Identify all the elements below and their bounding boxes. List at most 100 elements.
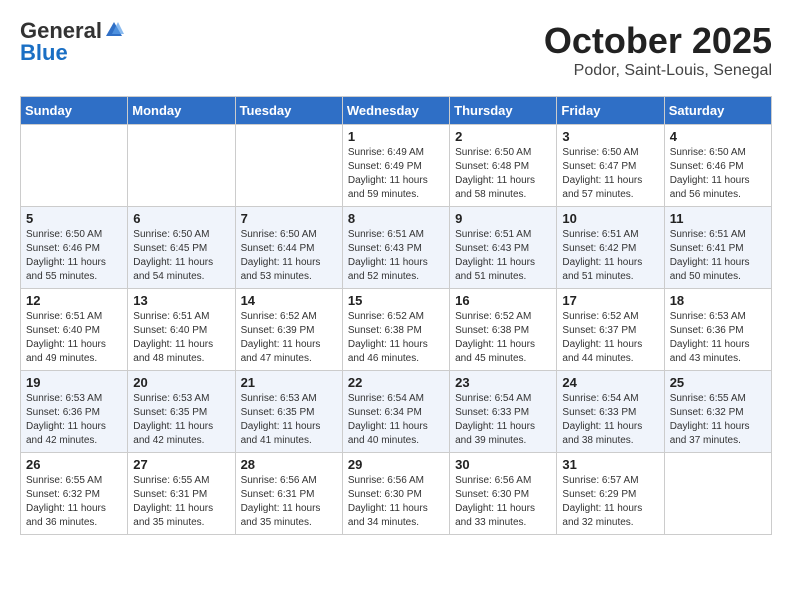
calendar-cell	[235, 125, 342, 207]
day-info: Sunrise: 6:55 AM Sunset: 6:32 PM Dayligh…	[670, 392, 766, 448]
day-number: 21	[241, 375, 337, 390]
calendar-cell: 16Sunrise: 6:52 AM Sunset: 6:38 PM Dayli…	[450, 289, 557, 371]
day-info: Sunrise: 6:49 AM Sunset: 6:49 PM Dayligh…	[348, 146, 444, 202]
day-info: Sunrise: 6:53 AM Sunset: 6:35 PM Dayligh…	[241, 392, 337, 448]
day-number: 22	[348, 375, 444, 390]
calendar-cell: 11 Sunrise: 6:51 AM Sunset: 6:41 PM Dayli…	[664, 207, 771, 289]
page-header: General Blue October 2025 Podor, Saint-L…	[20, 20, 772, 80]
calendar-cell: 22 Sunrise: 6:54 AM Sunset: 6:34 PM Dayli…	[342, 371, 449, 453]
calendar-cell: 25Sunrise: 6:55 AM Sunset: 6:32 PM Dayli…	[664, 371, 771, 453]
day-info: Sunrise: 6:56 AM Sunset: 6:30 PM Dayligh…	[455, 474, 551, 530]
calendar-cell: 9 Sunrise: 6:51 AM Sunset: 6:43 PM Daylig…	[450, 207, 557, 289]
day-info: Sunrise: 6:56 AM Sunset: 6:30 PM Dayligh…	[348, 474, 444, 530]
day-info: Sunrise: 6:50 AM Sunset: 6:48 PM Dayligh…	[455, 146, 551, 202]
day-number: 15	[348, 293, 444, 308]
calendar-cell: 5 Sunrise: 6:50 AM Sunset: 6:46 PM Daylig…	[21, 207, 128, 289]
day-info: Sunrise: 6:53 AM Sunset: 6:36 PM Dayligh…	[670, 310, 766, 366]
calendar-week-row: 5 Sunrise: 6:50 AM Sunset: 6:46 PM Daylig…	[21, 207, 772, 289]
day-info: Sunrise: 6:53 AM Sunset: 6:36 PM Dayligh…	[26, 392, 122, 448]
weekday-header: Monday	[128, 97, 235, 125]
day-number: 4	[670, 129, 766, 144]
calendar-cell: 6Sunrise: 6:50 AM Sunset: 6:45 PM Daylig…	[128, 207, 235, 289]
day-info: Sunrise: 6:52 AM Sunset: 6:37 PM Dayligh…	[562, 310, 658, 366]
day-info: Sunrise: 6:56 AM Sunset: 6:31 PM Dayligh…	[241, 474, 337, 530]
weekday-header: Sunday	[21, 97, 128, 125]
calendar-cell: 26 Sunrise: 6:55 AM Sunset: 6:32 PM Dayli…	[21, 453, 128, 535]
calendar-cell: 1 Sunrise: 6:49 AM Sunset: 6:49 PM Daylig…	[342, 125, 449, 207]
calendar-cell: 12Sunrise: 6:51 AM Sunset: 6:40 PM Dayli…	[21, 289, 128, 371]
calendar-cell: 24 Sunrise: 6:54 AM Sunset: 6:33 PM Dayli…	[557, 371, 664, 453]
day-number: 20	[133, 375, 229, 390]
calendar-cell	[21, 125, 128, 207]
day-number: 17	[562, 293, 658, 308]
calendar-cell: 27Sunrise: 6:55 AM Sunset: 6:31 PM Dayli…	[128, 453, 235, 535]
day-info: Sunrise: 6:50 AM Sunset: 6:44 PM Dayligh…	[241, 228, 337, 284]
day-info: Sunrise: 6:51 AM Sunset: 6:42 PM Dayligh…	[562, 228, 658, 284]
day-info: Sunrise: 6:51 AM Sunset: 6:40 PM Dayligh…	[133, 310, 229, 366]
calendar-cell: 17 Sunrise: 6:52 AM Sunset: 6:37 PM Dayli…	[557, 289, 664, 371]
day-number: 13	[133, 293, 229, 308]
day-info: Sunrise: 6:53 AM Sunset: 6:35 PM Dayligh…	[133, 392, 229, 448]
day-number: 12	[26, 293, 122, 308]
calendar-cell: 10 Sunrise: 6:51 AM Sunset: 6:42 PM Dayli…	[557, 207, 664, 289]
calendar-cell: 28 Sunrise: 6:56 AM Sunset: 6:31 PM Dayli…	[235, 453, 342, 535]
calendar-cell: 4 Sunrise: 6:50 AM Sunset: 6:46 PM Daylig…	[664, 125, 771, 207]
calendar-cell	[664, 453, 771, 535]
calendar-cell: 15 Sunrise: 6:52 AM Sunset: 6:38 PM Dayli…	[342, 289, 449, 371]
weekday-header: Saturday	[664, 97, 771, 125]
day-number: 14	[241, 293, 337, 308]
day-number: 30	[455, 457, 551, 472]
logo-general-text: General	[20, 20, 102, 42]
day-info: Sunrise: 6:52 AM Sunset: 6:38 PM Dayligh…	[455, 310, 551, 366]
day-info: Sunrise: 6:51 AM Sunset: 6:41 PM Dayligh…	[670, 228, 766, 284]
logo-icon	[104, 20, 124, 40]
calendar-cell: 19 Sunrise: 6:53 AM Sunset: 6:36 PM Dayli…	[21, 371, 128, 453]
day-number: 10	[562, 211, 658, 226]
calendar-cell: 18 Sunrise: 6:53 AM Sunset: 6:36 PM Dayli…	[664, 289, 771, 371]
logo: General Blue	[20, 20, 124, 64]
day-number: 26	[26, 457, 122, 472]
location-subtitle: Podor, Saint-Louis, Senegal	[544, 62, 772, 80]
title-block: October 2025 Podor, Saint-Louis, Senegal	[544, 20, 772, 80]
day-info: Sunrise: 6:52 AM Sunset: 6:38 PM Dayligh…	[348, 310, 444, 366]
calendar-table: SundayMondayTuesdayWednesdayThursdayFrid…	[20, 96, 772, 535]
calendar-cell: 14 Sunrise: 6:52 AM Sunset: 6:39 PM Dayli…	[235, 289, 342, 371]
day-number: 24	[562, 375, 658, 390]
calendar-cell: 23 Sunrise: 6:54 AM Sunset: 6:33 PM Dayli…	[450, 371, 557, 453]
day-info: Sunrise: 6:55 AM Sunset: 6:32 PM Dayligh…	[26, 474, 122, 530]
calendar-cell	[128, 125, 235, 207]
day-info: Sunrise: 6:51 AM Sunset: 6:43 PM Dayligh…	[348, 228, 444, 284]
day-info: Sunrise: 6:54 AM Sunset: 6:33 PM Dayligh…	[562, 392, 658, 448]
calendar-cell: 31Sunrise: 6:57 AM Sunset: 6:29 PM Dayli…	[557, 453, 664, 535]
day-number: 9	[455, 211, 551, 226]
day-number: 5	[26, 211, 122, 226]
day-info: Sunrise: 6:50 AM Sunset: 6:46 PM Dayligh…	[670, 146, 766, 202]
day-info: Sunrise: 6:54 AM Sunset: 6:33 PM Dayligh…	[455, 392, 551, 448]
calendar-cell: 3 Sunrise: 6:50 AM Sunset: 6:47 PM Daylig…	[557, 125, 664, 207]
day-number: 11	[670, 211, 766, 226]
day-number: 1	[348, 129, 444, 144]
calendar-cell: 2Sunrise: 6:50 AM Sunset: 6:48 PM Daylig…	[450, 125, 557, 207]
day-info: Sunrise: 6:55 AM Sunset: 6:31 PM Dayligh…	[133, 474, 229, 530]
day-info: Sunrise: 6:51 AM Sunset: 6:43 PM Dayligh…	[455, 228, 551, 284]
day-number: 3	[562, 129, 658, 144]
day-number: 6	[133, 211, 229, 226]
calendar-cell: 8Sunrise: 6:51 AM Sunset: 6:43 PM Daylig…	[342, 207, 449, 289]
weekday-header: Thursday	[450, 97, 557, 125]
day-number: 28	[241, 457, 337, 472]
calendar-cell: 7Sunrise: 6:50 AM Sunset: 6:44 PM Daylig…	[235, 207, 342, 289]
day-info: Sunrise: 6:52 AM Sunset: 6:39 PM Dayligh…	[241, 310, 337, 366]
day-number: 31	[562, 457, 658, 472]
day-number: 23	[455, 375, 551, 390]
day-info: Sunrise: 6:50 AM Sunset: 6:46 PM Dayligh…	[26, 228, 122, 284]
day-number: 19	[26, 375, 122, 390]
calendar-week-row: 19 Sunrise: 6:53 AM Sunset: 6:36 PM Dayli…	[21, 371, 772, 453]
weekday-header: Wednesday	[342, 97, 449, 125]
calendar-week-row: 1 Sunrise: 6:49 AM Sunset: 6:49 PM Daylig…	[21, 125, 772, 207]
calendar-cell: 21 Sunrise: 6:53 AM Sunset: 6:35 PM Dayli…	[235, 371, 342, 453]
weekday-header: Friday	[557, 97, 664, 125]
day-info: Sunrise: 6:54 AM Sunset: 6:34 PM Dayligh…	[348, 392, 444, 448]
calendar-week-row: 26 Sunrise: 6:55 AM Sunset: 6:32 PM Dayli…	[21, 453, 772, 535]
day-number: 18	[670, 293, 766, 308]
day-info: Sunrise: 6:50 AM Sunset: 6:47 PM Dayligh…	[562, 146, 658, 202]
